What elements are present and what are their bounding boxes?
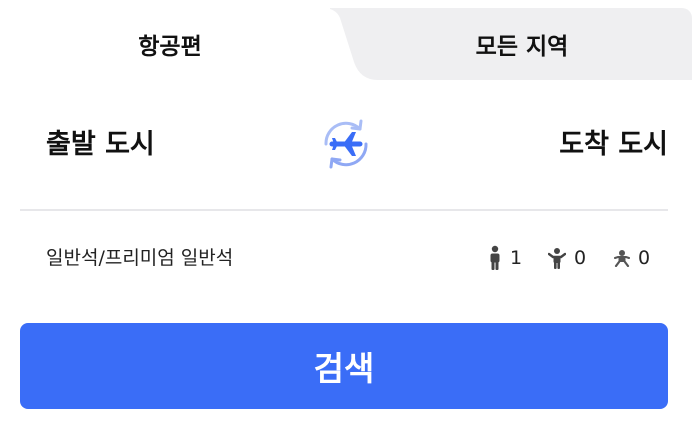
infant-icon bbox=[614, 250, 630, 267]
adult-icon bbox=[490, 245, 500, 270]
adult-count: 1 bbox=[510, 247, 523, 269]
child-passenger-count[interactable]: 0 bbox=[548, 243, 586, 273]
search-button[interactable]: 검색 bbox=[20, 323, 668, 409]
tab-flight-label: 항공편 bbox=[138, 34, 202, 60]
search-button-label: 검색 bbox=[313, 349, 375, 388]
child-count: 0 bbox=[574, 247, 587, 269]
arrival-city-field[interactable]: 도착 도시 bbox=[559, 125, 668, 165]
infant-passenger-count[interactable]: 0 bbox=[614, 243, 650, 273]
arrival-city-label: 도착 도시 bbox=[559, 129, 668, 160]
divider bbox=[20, 209, 668, 211]
tab-all-regions-label: 모든 지역 bbox=[475, 34, 569, 60]
departure-city-label: 출발 도시 bbox=[46, 129, 155, 160]
infant-count: 0 bbox=[638, 247, 651, 269]
child-icon bbox=[548, 248, 566, 269]
swap-cities-button[interactable] bbox=[314, 112, 378, 176]
flight-search-card: 항공편 모든 지역 출발 도시 도착 도시 일반석/프리미엄 일반석 1 0 0… bbox=[0, 0, 692, 446]
adult-passenger-count[interactable]: 1 bbox=[488, 243, 522, 273]
tab-flight[interactable]: 항공편 bbox=[0, 8, 340, 80]
departure-city-field[interactable]: 출발 도시 bbox=[46, 125, 155, 165]
plane-swap-icon bbox=[324, 119, 368, 169]
cabin-class-selector[interactable]: 일반석/프리미엄 일반석 bbox=[46, 243, 233, 273]
cabin-class-label: 일반석/프리미엄 일반석 bbox=[46, 247, 234, 269]
tab-all-regions[interactable]: 모든 지역 bbox=[352, 8, 692, 80]
